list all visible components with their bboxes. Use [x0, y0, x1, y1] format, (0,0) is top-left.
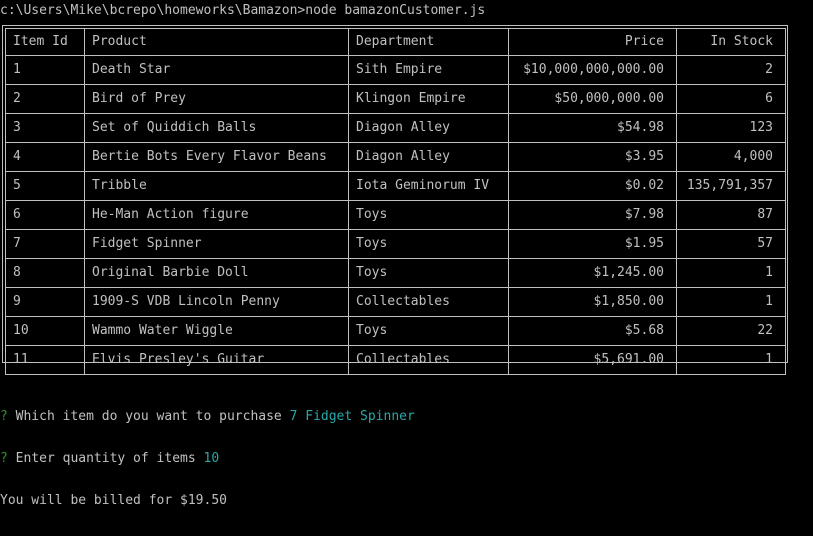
department-cell: Iota Geminorum IV	[348, 171, 509, 201]
product-cell: Elvis Presley's Guitar	[84, 345, 349, 375]
table-row: 8 Original Barbie Doll Toys $1,245.00 1	[5, 258, 786, 288]
department-cell: Toys	[348, 316, 509, 346]
item-id-cell: 5	[5, 171, 85, 201]
department-cell: Toys	[348, 200, 509, 230]
prompt-area: ? Which item do you want to purchase 7 F…	[0, 382, 415, 536]
product-cell: Original Barbie Doll	[84, 258, 349, 288]
in-stock-cell: 87	[676, 200, 786, 230]
in-stock-cell: 123	[676, 113, 786, 143]
price-cell: $5,691.00	[508, 345, 677, 375]
inventory-table-frame: Item Id Product Department Price In Stoc…	[2, 25, 788, 375]
column-header-item-id: Item Id	[5, 28, 85, 56]
department-cell: Collectables	[348, 287, 509, 317]
price-cell: $1,850.00	[508, 287, 677, 317]
table-row: 9 1909-S VDB Lincoln Penny Collectables $1,…	[5, 287, 786, 317]
purchase-prompt-line: ? Which item do you want to purchase 7 F…	[0, 410, 415, 424]
table-row: 7 Fidget Spinner Toys $1.95 57	[5, 229, 786, 259]
department-cell: Sith Empire	[348, 55, 509, 85]
item-id-cell: 6	[5, 200, 85, 230]
product-cell: Fidget Spinner	[84, 229, 349, 259]
purchase-question: Which item do you want to purchase	[15, 409, 282, 424]
column-header-department: Department	[348, 28, 509, 56]
product-cell: Death Star	[84, 55, 349, 85]
table-row: 2 Bird of Prey Klingon Empire $50,000,000.0…	[5, 84, 786, 114]
inventory-table: Item Id Product Department Price In Stoc…	[5, 28, 786, 375]
department-cell: Toys	[348, 258, 509, 288]
price-cell: $10,000,000,000.00	[508, 55, 677, 85]
department-cell: Diagon Alley	[348, 142, 509, 172]
quantity-prompt-line: ? Enter quantity of items 10	[0, 452, 415, 466]
item-id-cell: 8	[5, 258, 85, 288]
table-row: 4 Bertie Bots Every Flavor Beans Diagon Al…	[5, 142, 786, 172]
product-cell: Set of Quiddich Balls	[84, 113, 349, 143]
prompt-question-marker: ?	[0, 451, 8, 466]
in-stock-cell: 57	[676, 229, 786, 259]
department-cell: Diagon Alley	[348, 113, 509, 143]
price-cell: $0.02	[508, 171, 677, 201]
quantity-answer: 10	[203, 451, 220, 466]
table-row: 3 Set of Quiddich Balls Diagon Alley $54.98…	[5, 113, 786, 143]
item-id-cell: 9	[5, 287, 85, 317]
item-id-cell: 10	[5, 316, 85, 346]
price-cell: $50,000,000.00	[508, 84, 677, 114]
table-header-row: Item Id Product Department Price In Stoc…	[5, 28, 786, 56]
department-cell: Collectables	[348, 345, 509, 375]
in-stock-cell: 2	[676, 55, 786, 85]
terminal-window[interactable]: c:\Users\Mike\bcrepo\homeworks\Bamazon>n…	[0, 0, 813, 508]
item-id-cell: 3	[5, 113, 85, 143]
table-body: 1 Death Star Sith Empire $10,000,000,000.00…	[5, 55, 786, 375]
item-id-cell: 4	[5, 142, 85, 172]
product-cell: 1909-S VDB Lincoln Penny	[84, 287, 349, 317]
price-cell: $3.95	[508, 142, 677, 172]
table-row: 6 He-Man Action figure Toys $7.98 87	[5, 200, 786, 230]
item-id-cell: 1	[5, 55, 85, 85]
table-row: 5 Tribble Iota Geminorum IV $0.02 135,791,35…	[5, 171, 786, 201]
purchase-answer: 7 Fidget Spinner	[289, 409, 415, 424]
column-header-product: Product	[84, 28, 349, 56]
column-header-price: Price	[508, 28, 677, 56]
price-cell: $54.98	[508, 113, 677, 143]
table-row: 1 Death Star Sith Empire $10,000,000,000.00…	[5, 55, 786, 85]
column-header-in-stock: In Stock	[676, 28, 786, 56]
table-row: 11 Elvis Presley's Guitar Collectables $5,6…	[5, 345, 786, 375]
price-cell: $1.95	[508, 229, 677, 259]
price-cell: $5.68	[508, 316, 677, 346]
item-id-cell: 7	[5, 229, 85, 259]
product-cell: He-Man Action figure	[84, 200, 349, 230]
command-line: c:\Users\Mike\bcrepo\homeworks\Bamazon>n…	[0, 3, 486, 18]
billing-line: You will be billed for $19.50	[0, 493, 227, 508]
in-stock-cell: 6	[676, 84, 786, 114]
product-cell: Bird of Prey	[84, 84, 349, 114]
department-cell: Toys	[348, 229, 509, 259]
in-stock-cell: 1	[676, 287, 786, 317]
product-cell: Bertie Bots Every Flavor Beans	[84, 142, 349, 172]
price-cell: $1,245.00	[508, 258, 677, 288]
in-stock-cell: 1	[676, 258, 786, 288]
product-cell: Wammo Water Wiggle	[84, 316, 349, 346]
item-id-cell: 11	[5, 345, 85, 375]
item-id-cell: 2	[5, 84, 85, 114]
department-cell: Klingon Empire	[348, 84, 509, 114]
table-row: 10 Wammo Water Wiggle Toys $5.68 22	[5, 316, 786, 346]
prompt-question-marker: ?	[0, 409, 8, 424]
quantity-question: Enter quantity of items	[15, 451, 196, 466]
product-cell: Tribble	[84, 171, 349, 201]
price-cell: $7.98	[508, 200, 677, 230]
in-stock-cell: 22	[676, 316, 786, 346]
in-stock-cell: 1	[676, 345, 786, 375]
in-stock-cell: 4,000	[676, 142, 786, 172]
in-stock-cell: 135,791,357	[676, 171, 786, 201]
